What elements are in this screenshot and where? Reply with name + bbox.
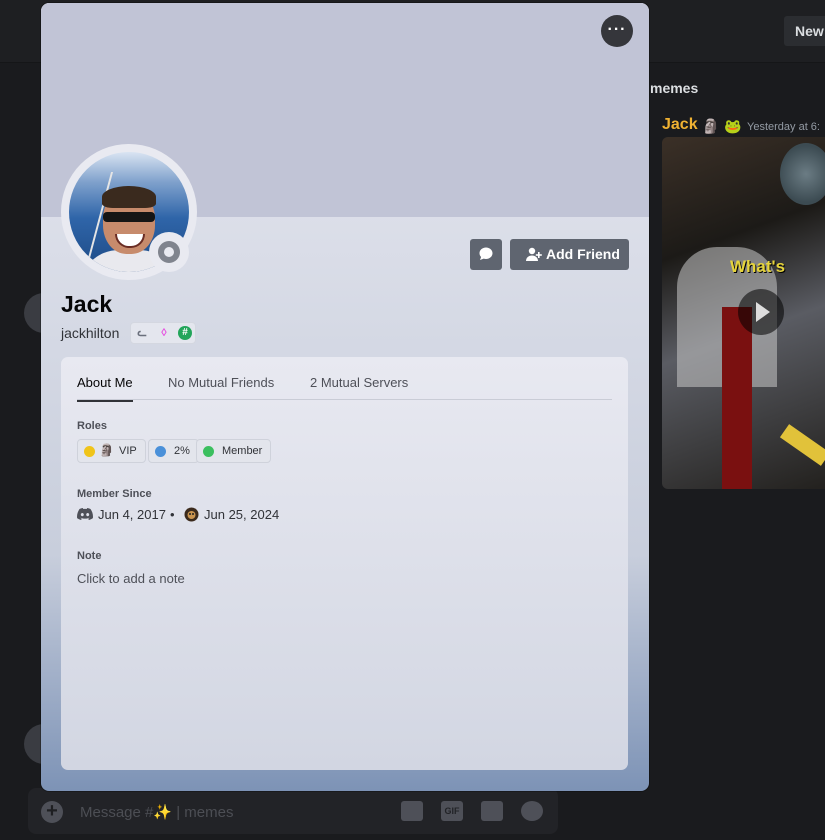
gift-icon[interactable] (401, 801, 423, 821)
offline-status-icon (158, 241, 180, 263)
role-2-percent[interactable]: 2% (148, 439, 199, 463)
weapon-image (779, 424, 825, 466)
discord-member-since: Jun 4, 2017 (98, 507, 166, 522)
badge-list: ᓚ ◊ # (130, 322, 196, 344)
note-heading: Note (77, 550, 102, 562)
role-icon: 🐸 (724, 118, 742, 134)
add-friend-label: Add Friend (546, 246, 620, 262)
character-cape (722, 307, 752, 489)
attach-plus-icon[interactable]: + (41, 801, 63, 823)
channel-name: memes (650, 80, 699, 96)
nitro-speed-badge-icon[interactable]: ᓚ (135, 326, 149, 340)
play-icon[interactable] (738, 289, 784, 335)
server-member-since: Jun 25, 2024 (204, 507, 280, 522)
tab-about-me[interactable]: About Me (77, 375, 133, 402)
roles-heading: Roles (77, 420, 107, 432)
profile-card: About Me No Mutual Friends 2 Mutual Serv… (61, 357, 628, 770)
avatar-hair (102, 186, 156, 208)
tab-mutual-servers[interactable]: 2 Mutual Servers (310, 375, 408, 400)
note-input[interactable]: Click to add a note (77, 571, 185, 586)
message-author[interactable]: Jack (662, 116, 698, 134)
display-name: Jack (61, 291, 113, 317)
message-timestamp: Yesterday at 6: (747, 121, 820, 133)
add-user-icon (526, 247, 542, 261)
role-label: Member (222, 445, 263, 457)
nitro-gem-badge-icon[interactable]: ◊ (157, 326, 171, 340)
status-indicator (149, 232, 189, 272)
more-options-button[interactable]: ··· (601, 15, 633, 47)
profile-tabs: About Me No Mutual Friends 2 Mutual Serv… (77, 357, 612, 402)
username[interactable]: jackhilton (61, 325, 119, 341)
role-color-dot (203, 446, 214, 457)
role-icon: 🗿 (702, 118, 720, 134)
minimap-image (780, 143, 825, 205)
discord-logo-icon (77, 508, 93, 520)
role-icon: 🗿 (99, 443, 114, 457)
emoji-icon[interactable] (521, 801, 543, 821)
add-friend-button[interactable]: Add Friend (510, 239, 629, 270)
role-label: 2% (174, 445, 190, 457)
member-since-heading: Member Since (77, 488, 152, 500)
chat-bubble-icon (479, 247, 493, 260)
role-member[interactable]: Member (196, 439, 272, 463)
gif-icon[interactable]: GIF (441, 801, 463, 821)
sticker-icon[interactable] (481, 801, 503, 821)
video-attachment[interactable]: What's (662, 137, 825, 489)
video-caption: What's (730, 257, 786, 276)
sunglasses-image (103, 212, 155, 222)
role-color-dot (84, 446, 95, 457)
role-color-dot (155, 446, 166, 457)
role-vip[interactable]: 🗿 VIP (77, 439, 146, 463)
user-profile-modal: ··· Add Friend Jack jackhilton ᓚ ◊ # Abo… (41, 3, 649, 791)
role-label: VIP (119, 445, 137, 457)
hashtag-badge-icon[interactable]: # (178, 326, 192, 340)
tab-mutual-friends[interactable]: No Mutual Friends (168, 375, 274, 400)
message-composer[interactable]: + Message #✨ | memes GIF (28, 788, 558, 834)
server-icon (184, 507, 199, 522)
separator-dot: • (170, 507, 175, 522)
message-input[interactable]: Message #✨ | memes (80, 803, 233, 821)
send-message-button[interactable] (470, 239, 502, 270)
new-button[interactable]: New (784, 16, 825, 46)
